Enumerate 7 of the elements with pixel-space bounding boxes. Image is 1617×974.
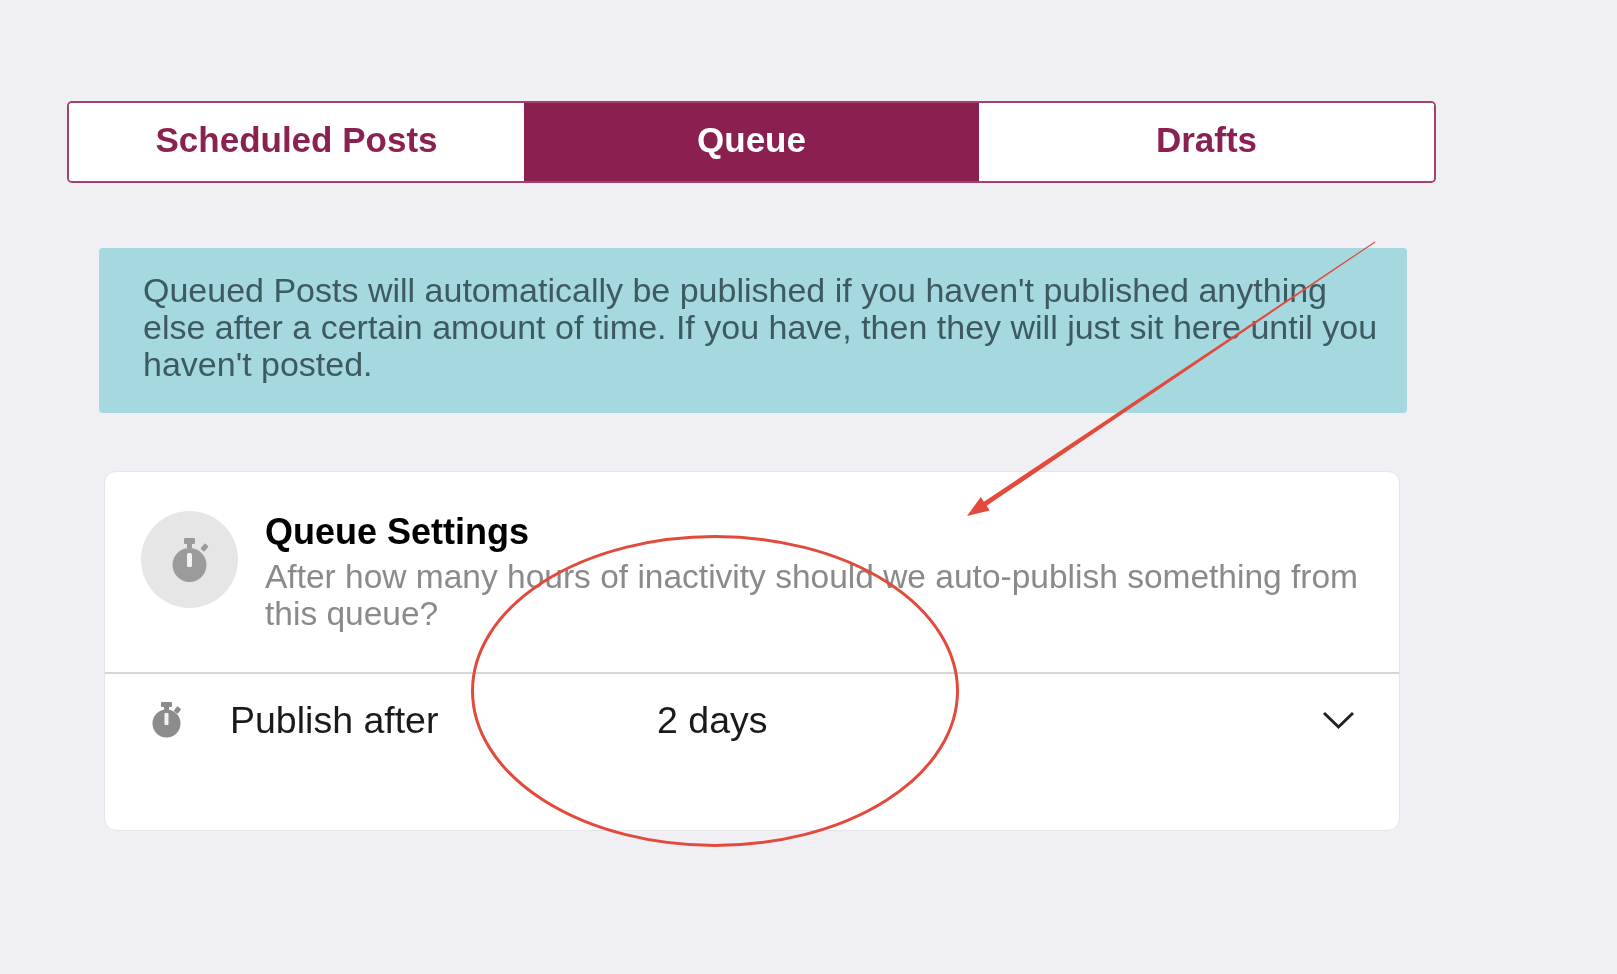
card-title: Queue Settings — [265, 511, 531, 552]
publish-after-label: Publish after — [230, 699, 439, 741]
chevron-down-icon — [1322, 710, 1355, 730]
stopwatch-icon — [141, 511, 238, 608]
tab[interactable]: Queue — [524, 103, 979, 181]
publish-delay-dropdown[interactable]: 2 days — [657, 698, 1355, 742]
stopwatch-icon — [151, 702, 182, 738]
